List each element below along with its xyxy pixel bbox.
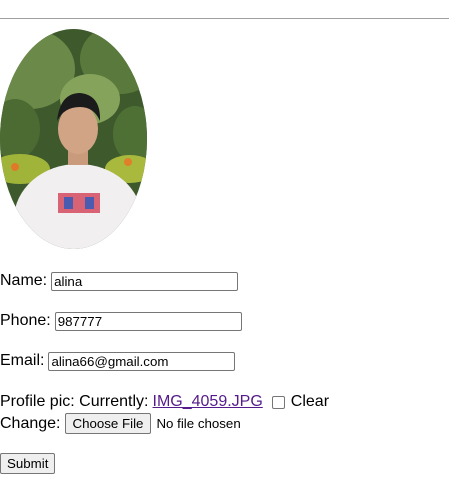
clear-label: Clear (290, 393, 330, 410)
change-row: Change: Choose File No file chosen (0, 413, 241, 434)
profile-photo (0, 29, 147, 249)
current-file-link[interactable]: IMG_4059.JPG (153, 392, 263, 412)
profile-photo-image (0, 29, 147, 249)
phone-label: Phone: (0, 312, 51, 329)
name-input[interactable] (51, 271, 239, 291)
profile-pic-label: Profile pic: Currently: (0, 393, 149, 410)
phone-row: Phone: (0, 311, 242, 331)
name-row: Name: (0, 271, 239, 291)
change-label: Change: (0, 414, 61, 432)
horizontal-rule (0, 18, 449, 19)
email-input[interactable] (48, 351, 236, 371)
no-file-text: No file chosen (156, 415, 241, 431)
name-label: Name: (0, 272, 48, 289)
choose-file-button[interactable]: Choose File (64, 413, 152, 434)
email-label: Email: (0, 352, 45, 369)
clear-checkbox[interactable] (271, 395, 285, 409)
profile-pic-row: Profile pic: Currently: IMG_4059.JPG Cle… (0, 392, 329, 412)
submit-button[interactable]: Submit (0, 453, 56, 474)
email-row: Email: (0, 351, 236, 371)
phone-input[interactable] (54, 311, 242, 331)
